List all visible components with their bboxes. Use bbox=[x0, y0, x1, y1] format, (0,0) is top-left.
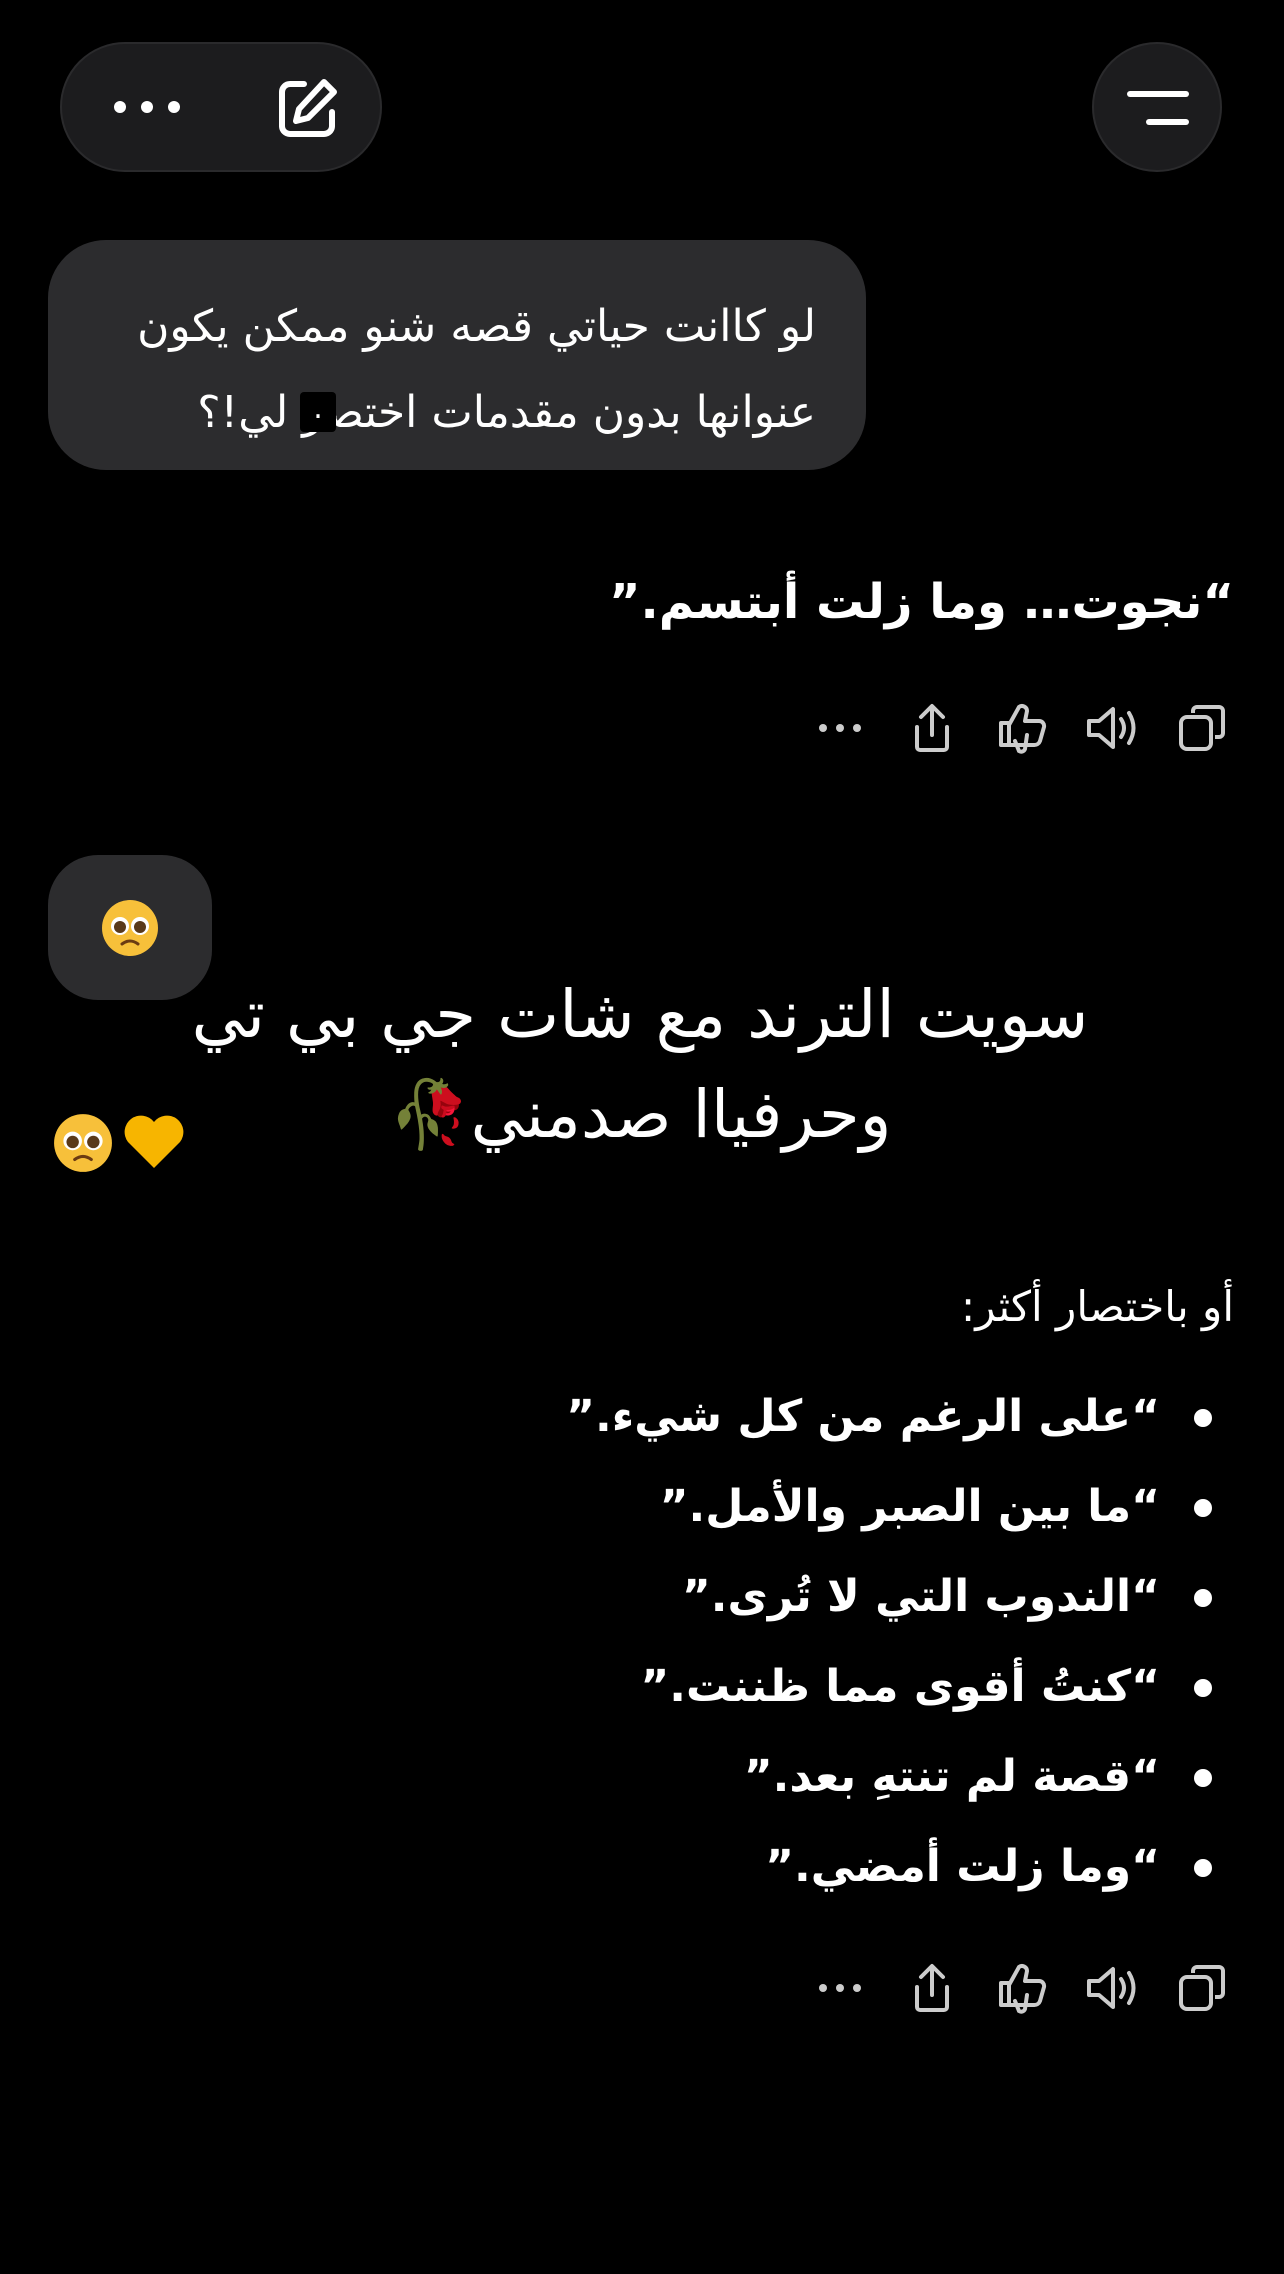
alternatives-list: “على الرغم من كل شيء.” “ما بين الصبر وال… bbox=[224, 1372, 1224, 1912]
menu-lines-icon bbox=[1127, 91, 1189, 125]
overlay-caption-line-2: وحرفياا صدمني🥀 bbox=[388, 1076, 892, 1153]
text-cursor: . bbox=[300, 392, 336, 432]
compose-edit-icon bbox=[279, 79, 337, 137]
bullet-dot bbox=[1194, 1859, 1212, 1877]
read-aloud-button[interactable] bbox=[1082, 698, 1142, 758]
more-icon bbox=[819, 1984, 861, 1992]
message-actions bbox=[810, 1958, 1240, 2018]
share-button[interactable] bbox=[902, 1958, 962, 2018]
user-message-line-2: عنوانها بدون مقدمات اختصر لي!؟ bbox=[197, 387, 816, 438]
speaker-icon bbox=[1087, 707, 1136, 749]
more-icon bbox=[819, 724, 861, 732]
list-item-text: “على الرغم من كل شيء.” bbox=[566, 1391, 1160, 1442]
thumbs-icon bbox=[999, 704, 1047, 754]
feedback-button[interactable] bbox=[992, 698, 1052, 758]
share-button[interactable] bbox=[902, 698, 962, 758]
bullet-dot bbox=[1194, 1769, 1212, 1787]
list-item-text: “الندوب التي لا تُرى.” bbox=[681, 1571, 1160, 1622]
list-item-text: “ما بين الصبر والأمل.” bbox=[659, 1481, 1160, 1532]
copy-icon bbox=[1179, 705, 1225, 751]
more-horizontal-icon bbox=[114, 101, 180, 113]
copy-icon bbox=[1179, 1965, 1225, 2011]
overlay-emojis bbox=[52, 1112, 192, 1176]
user-message-line-1: لو كاانت حياتي قصه شنو ممكن يكون bbox=[137, 301, 816, 352]
overlay-caption-line-1: سويت الترند مع شات جي بي تي bbox=[191, 976, 1089, 1053]
more-actions-button[interactable] bbox=[810, 698, 870, 758]
assistant-reply-text: “نجوت… وما زلت أبتسم.” bbox=[608, 574, 1234, 630]
speaker-icon bbox=[1087, 1967, 1136, 2009]
bullet-dot bbox=[1194, 1589, 1212, 1607]
list-item-text: “وما زلت أمضي.” bbox=[765, 1841, 1160, 1892]
share-icon bbox=[915, 704, 949, 752]
read-aloud-button[interactable] bbox=[1082, 1958, 1142, 2018]
list-item: “وما زلت أمضي.” bbox=[224, 1822, 1224, 1912]
list-item: “ما بين الصبر والأمل.” bbox=[224, 1462, 1224, 1552]
overlay-caption: سويت الترند مع شات جي بي تي وحرفياا صدمن… bbox=[120, 965, 1160, 1165]
feedback-button[interactable] bbox=[992, 1958, 1052, 2018]
list-item: “قصة لم تنتهِ بعد.” bbox=[224, 1732, 1224, 1822]
copy-button[interactable] bbox=[1172, 1958, 1232, 2018]
list-item-text: “قصة لم تنتهِ بعد.” bbox=[743, 1751, 1160, 1802]
message-actions bbox=[810, 698, 1240, 758]
list-item: “كنتُ أقوى مما ظننت.” bbox=[224, 1642, 1224, 1732]
bullet-dot bbox=[1194, 1499, 1212, 1517]
share-icon bbox=[915, 1964, 949, 2012]
more-options-button[interactable] bbox=[102, 82, 192, 132]
list-item: “على الرغم من كل شيء.” bbox=[224, 1372, 1224, 1462]
pleading-face-icon bbox=[54, 1114, 112, 1172]
user-message-bubble[interactable]: لو كاانت حياتي قصه شنو ممكن يكون عنوانها… bbox=[48, 240, 866, 470]
list-item: “الندوب التي لا تُرى.” bbox=[224, 1552, 1224, 1642]
bullet-dot bbox=[1194, 1409, 1212, 1427]
top-toolbar-pill bbox=[60, 42, 382, 172]
alternatives-heading: أو باختصار أكثر: bbox=[961, 1282, 1234, 1331]
yellow-heart-icon bbox=[124, 1115, 184, 1168]
new-chat-button[interactable] bbox=[274, 76, 340, 142]
list-item-text: “كنتُ أقوى مما ظننت.” bbox=[640, 1661, 1160, 1712]
copy-button[interactable] bbox=[1172, 698, 1232, 758]
menu-button[interactable] bbox=[1092, 42, 1222, 172]
pleading-face-icon bbox=[102, 899, 158, 956]
bullet-dot bbox=[1194, 1679, 1212, 1697]
thumbs-icon bbox=[999, 1964, 1047, 2014]
more-actions-button[interactable] bbox=[810, 1958, 870, 2018]
